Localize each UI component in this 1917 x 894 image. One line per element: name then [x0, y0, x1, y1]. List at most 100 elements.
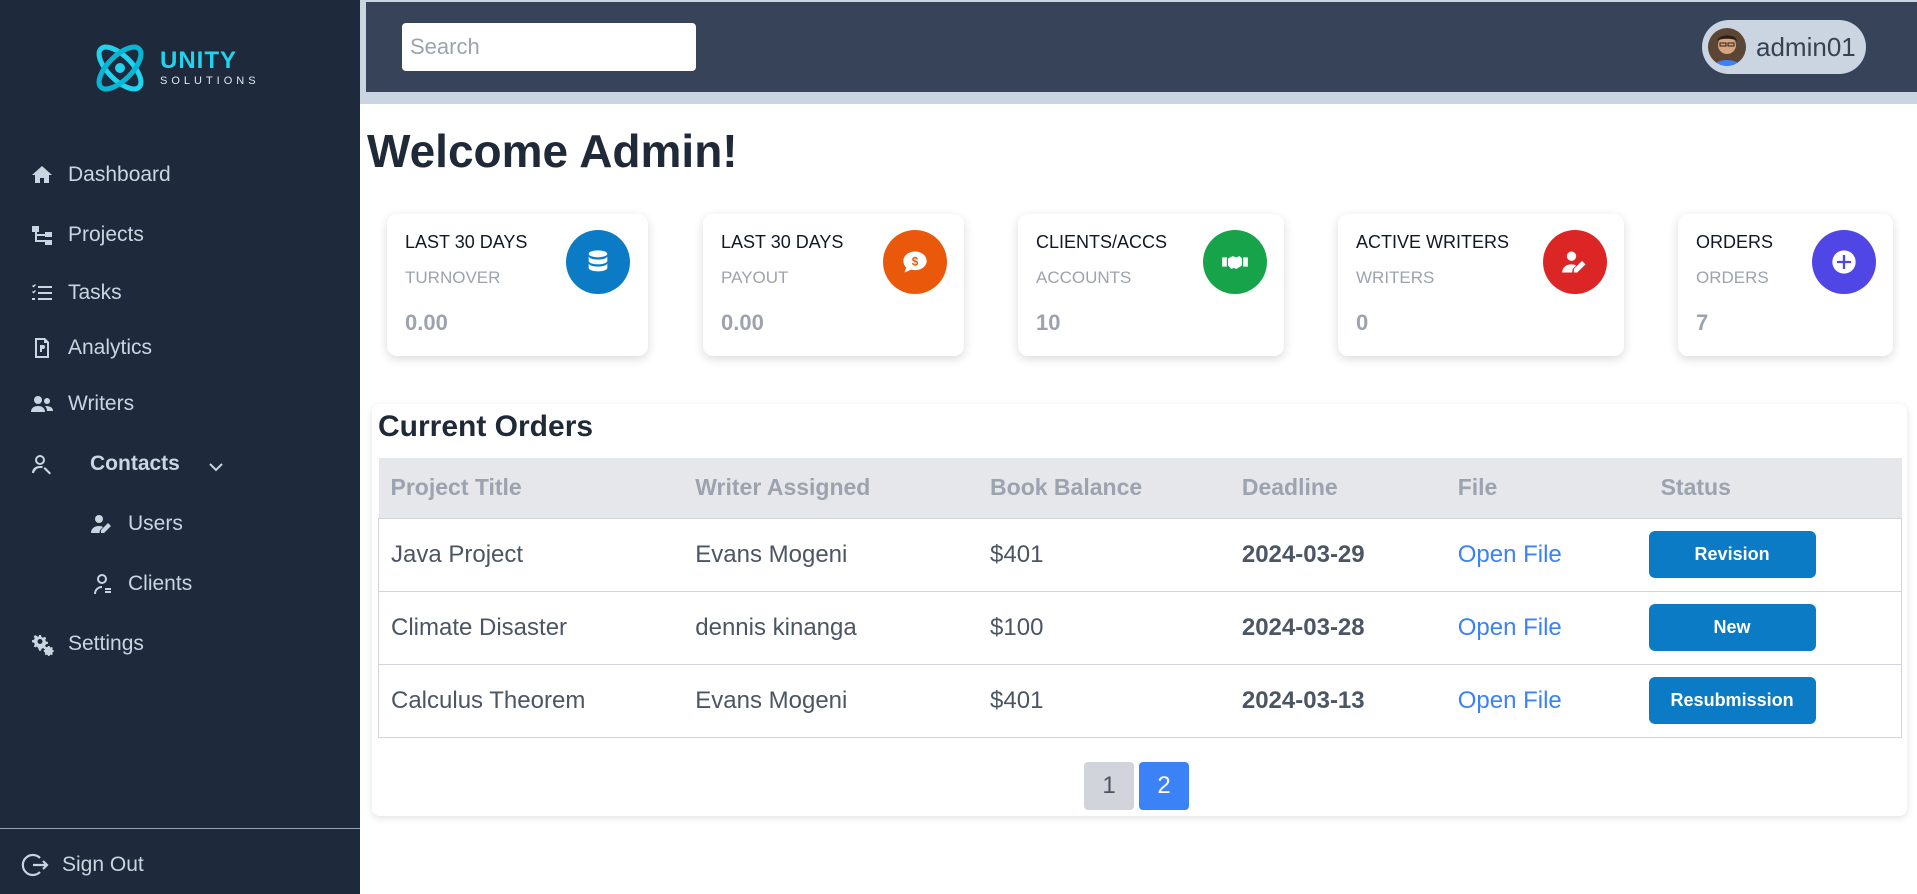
card-title: CLIENTS/ACCS	[1036, 232, 1168, 252]
sidebar-divider	[0, 828, 360, 829]
column-header[interactable]: Writer Assigned	[683, 458, 979, 518]
table-row: Calculus Theorem Evans Mogeni $401 2024-…	[378, 663, 1902, 738]
users-icon	[31, 396, 53, 412]
list-check-icon	[32, 284, 52, 300]
sidebar-item-label: Users	[128, 512, 183, 535]
atom-logo-icon	[96, 44, 144, 92]
card-value: 0.00	[405, 310, 448, 335]
stat-card-payout: LAST 30 DAYS PAYOUT 0.00 $	[703, 214, 964, 356]
sidebar-item-label: Settings	[68, 632, 144, 655]
sidebar-item-writers[interactable]: Writers	[30, 392, 134, 416]
column-header[interactable]: Project Title	[378, 458, 684, 518]
card-title: LAST 30 DAYS	[721, 232, 844, 252]
brand-sub: SOLUTIONS	[160, 75, 260, 87]
card-value: 10	[1036, 310, 1061, 335]
status-button[interactable]: Resubmission	[1648, 677, 1816, 724]
book-balance: $100	[978, 590, 1230, 664]
table-row: Climate Disaster dennis kinanga $100 202…	[378, 590, 1902, 664]
column-header[interactable]: Book Balance	[978, 458, 1230, 518]
sidebar-item-label: Contacts	[90, 452, 180, 475]
sidebar-item-label: Writers	[68, 392, 135, 415]
sidebar-item-clients[interactable]: Clients	[90, 572, 192, 596]
sidebar-item-contacts[interactable]: Contacts	[30, 452, 224, 476]
card-subtitle: PAYOUT	[721, 268, 789, 287]
card-title: ACTIVE WRITERS	[1356, 232, 1510, 252]
sidebar-item-analytics[interactable]: Analytics	[30, 336, 152, 360]
card-title: ORDERS	[1696, 232, 1774, 252]
sitemap-icon	[32, 226, 52, 245]
project-title: Java Project	[378, 517, 684, 591]
table-row: Java Project Evans Mogeni $401 2024-03-2…	[378, 517, 1902, 591]
logo[interactable]: UNITY SOLUTIONS	[88, 36, 260, 100]
sidebar-item-tasks[interactable]: Tasks	[30, 281, 122, 305]
deadline: 2024-03-29	[1229, 517, 1446, 591]
card-value: 0.00	[721, 310, 764, 335]
plus-circle-icon	[1812, 230, 1876, 294]
card-subtitle: ORDERS	[1696, 268, 1769, 287]
column-header[interactable]: File	[1445, 458, 1637, 518]
open-file-link[interactable]: Open File	[1458, 614, 1562, 641]
user-outline-icon	[94, 574, 111, 594]
chevron-down-icon[interactable]	[208, 459, 224, 475]
user-pen-icon	[1543, 230, 1607, 294]
card-title: LAST 30 DAYS	[405, 232, 528, 252]
card-subtitle: WRITERS	[1356, 268, 1435, 287]
user-edit-icon	[91, 515, 111, 533]
sidebar-item-label: Tasks	[68, 281, 122, 304]
home-icon	[32, 166, 52, 183]
sidebar-item-projects[interactable]: Projects	[30, 223, 144, 247]
stat-card-writers: ACTIVE WRITERS WRITERS 0	[1338, 214, 1624, 356]
stat-card-orders: ORDERS ORDERS 7	[1678, 214, 1893, 356]
contacts-icon	[32, 455, 51, 475]
writer-assigned: Evans Mogeni	[683, 663, 979, 738]
card-subtitle: TURNOVER	[405, 268, 501, 287]
avatar	[1708, 28, 1746, 66]
sidebar-item-dashboard[interactable]: Dashboard	[30, 163, 171, 187]
deadline: 2024-03-28	[1229, 590, 1446, 664]
column-header[interactable]: Status	[1636, 458, 1902, 518]
sidebar-item-users[interactable]: Users	[90, 512, 183, 536]
deadline: 2024-03-13	[1229, 663, 1446, 738]
user-menu[interactable]: admin01	[1702, 20, 1866, 74]
sidebar-item-label: Dashboard	[68, 163, 171, 186]
file-report-icon	[35, 338, 49, 358]
page-button-2[interactable]: 2	[1139, 762, 1189, 810]
card-value: 7	[1696, 310, 1709, 335]
open-file-link[interactable]: Open File	[1458, 687, 1562, 714]
search-input[interactable]	[402, 23, 696, 71]
project-title: Climate Disaster	[378, 590, 684, 664]
table-header-row: Project Title Writer Assigned Book Balan…	[378, 458, 1902, 518]
dollar-comment-icon: $	[883, 230, 947, 294]
sign-out-button[interactable]: Sign Out	[20, 850, 144, 880]
sidebar-item-label: Analytics	[68, 336, 153, 359]
page-button-1[interactable]: 1	[1084, 762, 1134, 810]
svg-text:$: $	[912, 256, 919, 269]
column-header[interactable]: Deadline	[1229, 458, 1446, 518]
card-subtitle: ACCOUNTS	[1036, 268, 1132, 287]
sidebar-item-label: Projects	[68, 223, 144, 246]
open-file-link[interactable]: Open File	[1458, 541, 1562, 568]
brand-name: UNITY	[160, 47, 237, 74]
sign-out-icon	[21, 853, 49, 877]
book-balance: $401	[978, 517, 1230, 591]
sidebar-item-settings[interactable]: Settings	[30, 632, 144, 656]
writer-assigned: Evans Mogeni	[683, 517, 979, 591]
sign-out-label: Sign Out	[62, 853, 144, 876]
orders-title: Current Orders	[378, 410, 594, 443]
book-balance: $401	[978, 663, 1230, 738]
status-button[interactable]: New	[1648, 604, 1816, 651]
writer-assigned: dennis kinanga	[683, 590, 979, 664]
gears-icon	[32, 635, 54, 656]
sidebar-item-label: Clients	[128, 572, 193, 595]
handshake-icon	[1203, 230, 1267, 294]
page-title: Welcome Admin!	[367, 125, 738, 177]
status-button[interactable]: Revision	[1648, 531, 1816, 578]
orders-table: Project Title Writer Assigned Book Balan…	[378, 458, 1902, 738]
project-title: Calculus Theorem	[378, 663, 684, 738]
stat-card-accounts: CLIENTS/ACCS ACCOUNTS 10	[1018, 214, 1284, 356]
app: UNITY SOLUTIONS Dashboard Projects Tasks…	[0, 0, 1917, 894]
database-icon	[566, 230, 630, 294]
sidebar: UNITY SOLUTIONS Dashboard Projects Tasks…	[0, 0, 360, 894]
username: admin01	[1756, 31, 1856, 62]
card-value: 0	[1356, 310, 1369, 335]
